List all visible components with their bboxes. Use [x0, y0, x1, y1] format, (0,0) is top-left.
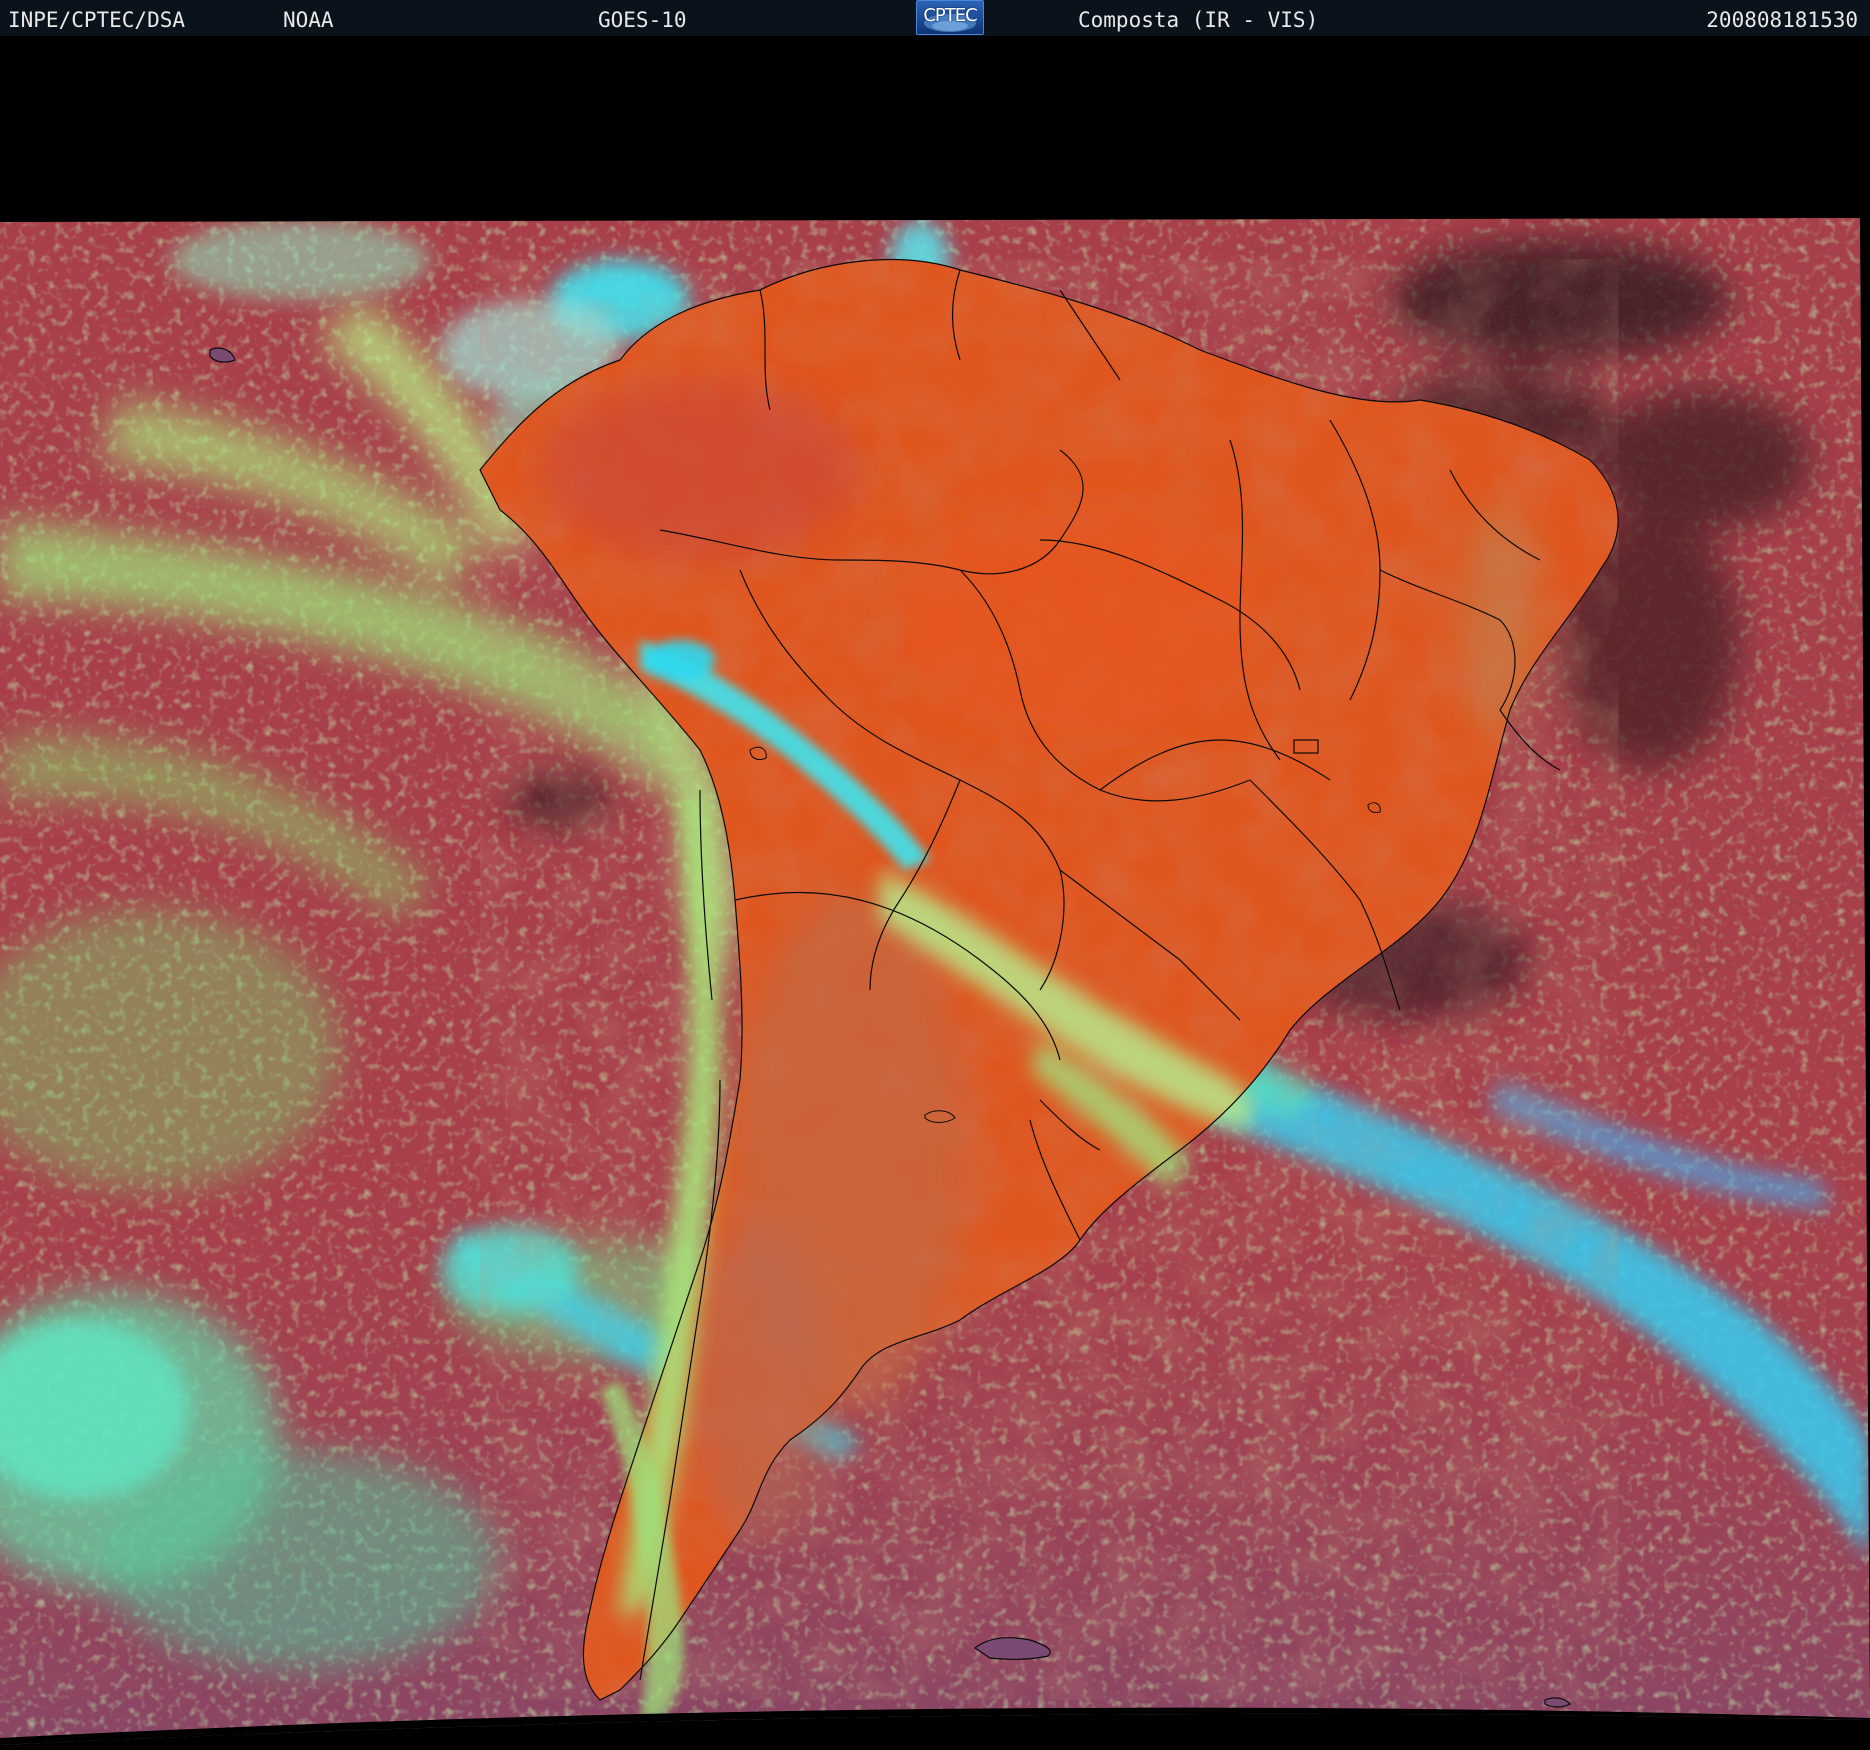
- satellite-composite-image: [0, 218, 1870, 1745]
